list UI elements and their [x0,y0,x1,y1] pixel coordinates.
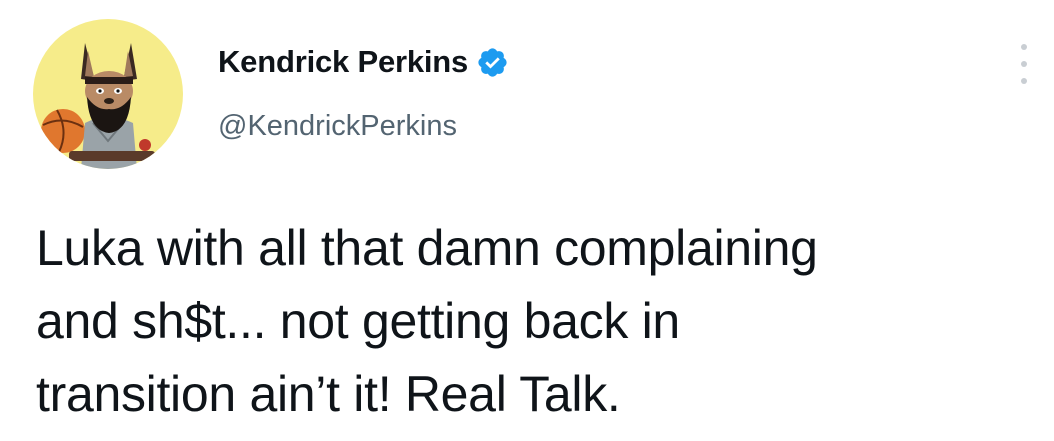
verified-badge-icon [478,47,507,77]
tweet-text-line: Luka with all that damn complaining [36,220,818,276]
author-name-row: Kendrick Perkins [218,42,509,82]
more-vertical-icon[interactable] [1014,44,1034,84]
author-handle[interactable]: @KendrickPerkins [218,110,457,143]
more-dot [1021,61,1027,67]
tweet-text-line: and sh$t... not getting back in [36,293,680,349]
display-name[interactable]: Kendrick Perkins [218,44,468,80]
more-dot [1021,44,1027,50]
more-dot [1021,78,1027,84]
avatar[interactable] [33,19,183,169]
avatar-icon [41,43,155,169]
tweet-text: Luka with all that damn complaining and … [36,212,1036,431]
tweet-text-line: transition ain’t it! Real Talk. [36,366,621,422]
tweet-card: Kendrick Perkins @KendrickPerkins Luka w… [0,0,1054,441]
